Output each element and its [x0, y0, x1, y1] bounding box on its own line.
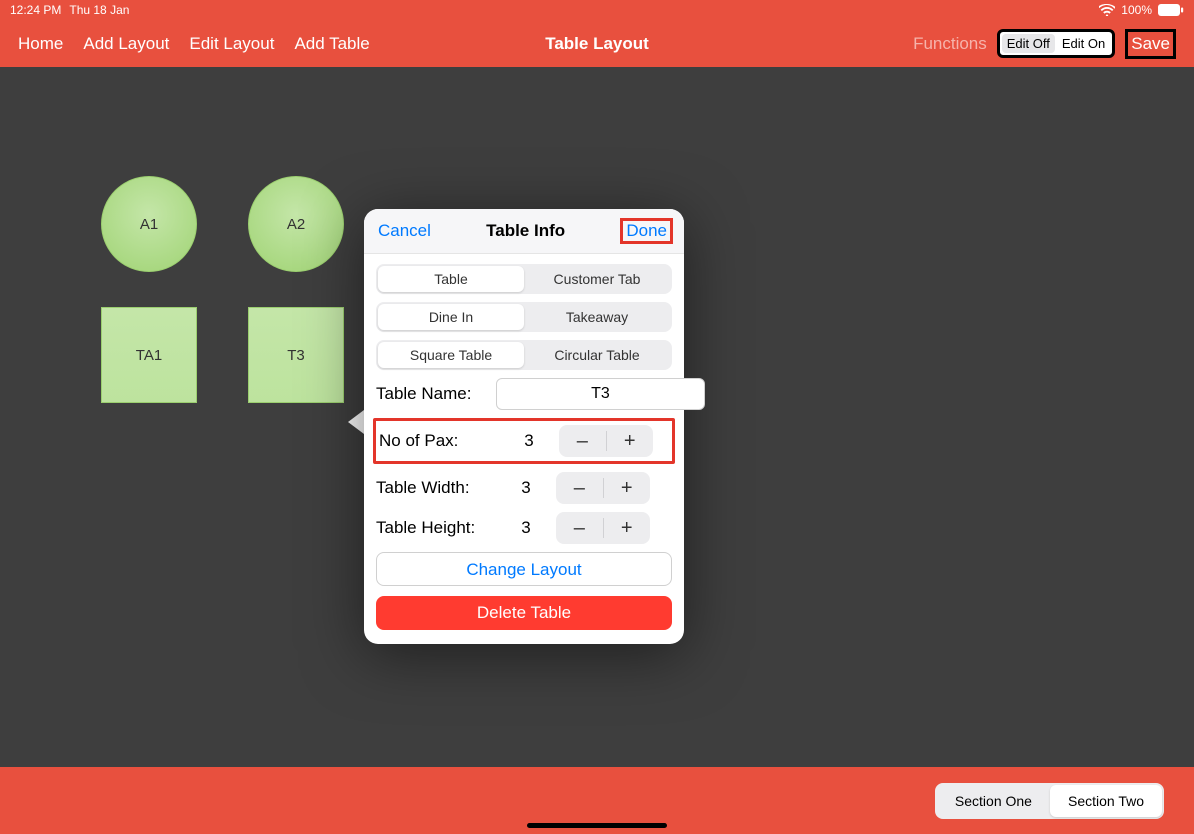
- width-stepper: – +: [556, 472, 650, 504]
- width-increment[interactable]: +: [604, 472, 651, 504]
- table-name-row: Table Name:: [376, 378, 672, 410]
- done-button[interactable]: Done: [620, 218, 673, 244]
- height-value: 3: [496, 518, 556, 538]
- pax-row: No of Pax: 3 – +: [373, 418, 675, 464]
- nav-add-table[interactable]: Add Table: [294, 34, 369, 54]
- home-indicator: [527, 823, 667, 828]
- width-row: Table Width: 3 – +: [376, 472, 672, 504]
- height-row: Table Height: 3 – +: [376, 512, 672, 544]
- width-decrement[interactable]: –: [556, 472, 603, 504]
- battery-percentage: 100%: [1121, 3, 1152, 17]
- status-date: Thu 18 Jan: [69, 3, 129, 17]
- table-label: T3: [287, 347, 305, 364]
- cancel-button[interactable]: Cancel: [378, 221, 431, 241]
- pax-increment[interactable]: +: [607, 425, 654, 457]
- height-label: Table Height:: [376, 518, 496, 538]
- takeaway-option[interactable]: Takeaway: [524, 304, 670, 330]
- save-button[interactable]: Save: [1125, 29, 1176, 59]
- popover-header: Cancel Table Info Done: [364, 209, 684, 254]
- customer-tab-option[interactable]: Customer Tab: [524, 266, 670, 292]
- status-time: 12:24 PM: [10, 3, 61, 17]
- battery-icon: [1158, 4, 1184, 16]
- pax-stepper: – +: [559, 425, 653, 457]
- table-ta1[interactable]: TA1: [101, 307, 197, 403]
- width-value: 3: [496, 478, 556, 498]
- table-label: A2: [287, 216, 305, 233]
- functions-button[interactable]: Functions: [913, 34, 987, 54]
- table-layout-canvas[interactable]: A1 A2 TA1 T3 Cancel Table Info Done Tabl…: [0, 67, 1194, 767]
- table-info-popover: Cancel Table Info Done Table Customer Ta…: [364, 209, 684, 644]
- square-table-option[interactable]: Square Table: [378, 342, 524, 368]
- table-label: TA1: [136, 347, 162, 364]
- bottom-bar: Section One Section Two: [0, 767, 1194, 834]
- change-layout-button[interactable]: Change Layout: [376, 552, 672, 586]
- width-label: Table Width:: [376, 478, 496, 498]
- dine-in-option[interactable]: Dine In: [378, 304, 524, 330]
- height-stepper: – +: [556, 512, 650, 544]
- table-shape-segmented[interactable]: Square Table Circular Table: [376, 340, 672, 370]
- nav-edit-layout[interactable]: Edit Layout: [189, 34, 274, 54]
- table-label: A1: [140, 216, 158, 233]
- page-title: Table Layout: [545, 34, 649, 54]
- popover-title: Table Info: [486, 221, 565, 241]
- section-one-tab[interactable]: Section One: [937, 785, 1050, 817]
- edit-off-option[interactable]: Edit Off: [1002, 34, 1055, 53]
- pax-value: 3: [499, 431, 559, 451]
- table-a2[interactable]: A2: [248, 176, 344, 272]
- table-name-label: Table Name:: [376, 384, 496, 404]
- service-type-segmented[interactable]: Dine In Takeaway: [376, 302, 672, 332]
- nav-home[interactable]: Home: [18, 34, 63, 54]
- popover-pointer: [348, 410, 364, 434]
- nav-add-layout[interactable]: Add Layout: [83, 34, 169, 54]
- table-a1[interactable]: A1: [101, 176, 197, 272]
- pax-decrement[interactable]: –: [559, 425, 606, 457]
- edit-on-option[interactable]: Edit On: [1057, 34, 1110, 53]
- status-bar: 12:24 PM Thu 18 Jan 100%: [0, 0, 1194, 20]
- table-name-input[interactable]: [496, 378, 705, 410]
- height-decrement[interactable]: –: [556, 512, 603, 544]
- pax-label: No of Pax:: [379, 431, 499, 451]
- height-increment[interactable]: +: [604, 512, 651, 544]
- order-type-segmented[interactable]: Table Customer Tab: [376, 264, 672, 294]
- delete-table-button[interactable]: Delete Table: [376, 596, 672, 630]
- table-t3[interactable]: T3: [248, 307, 344, 403]
- nav-bar: Home Add Layout Edit Layout Add Table Ta…: [0, 20, 1194, 67]
- table-option[interactable]: Table: [378, 266, 524, 292]
- circular-table-option[interactable]: Circular Table: [524, 342, 670, 368]
- section-segmented[interactable]: Section One Section Two: [935, 783, 1164, 819]
- section-two-tab[interactable]: Section Two: [1050, 785, 1162, 817]
- wifi-icon: [1099, 4, 1115, 16]
- edit-mode-segmented[interactable]: Edit Off Edit On: [997, 29, 1115, 58]
